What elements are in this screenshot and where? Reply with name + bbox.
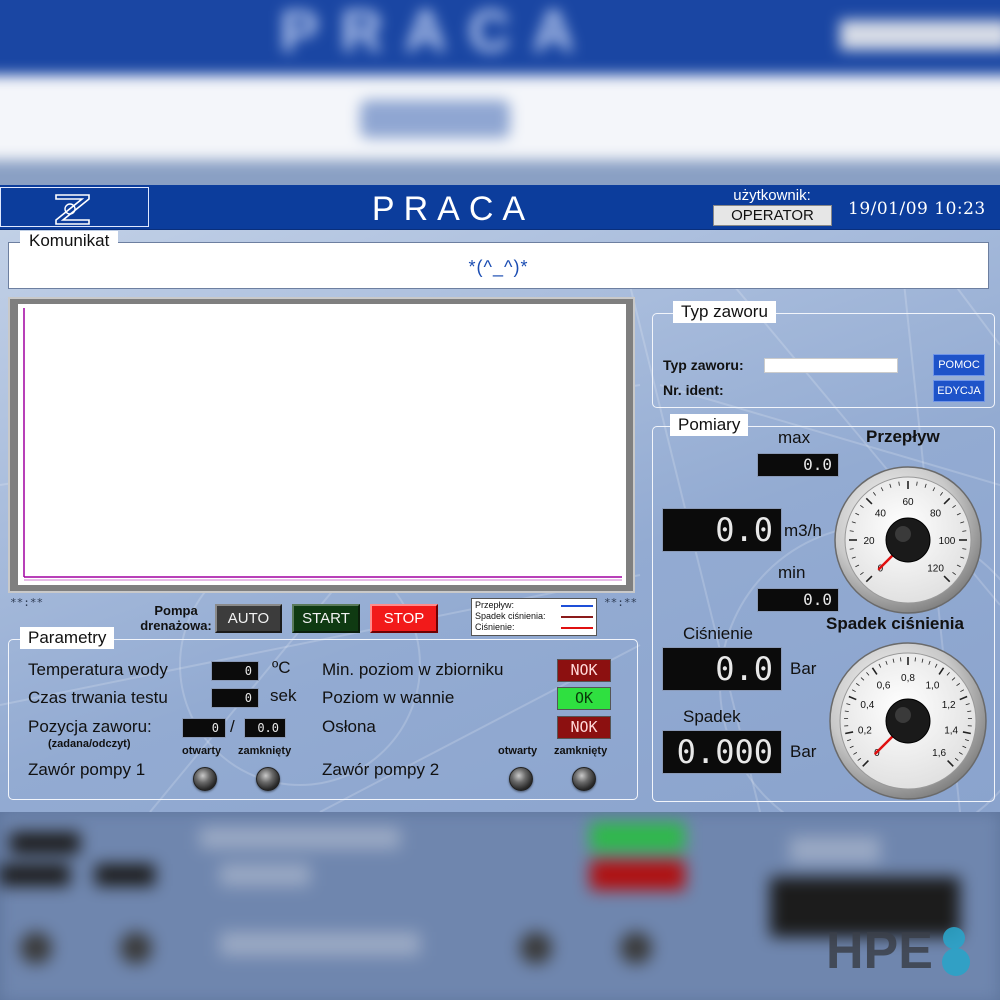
pump1-open-label: otwarty xyxy=(182,745,222,757)
test-time-label: Czas trwania testu xyxy=(28,688,168,707)
test-time-unit: sek xyxy=(270,686,297,705)
water-temp-value: 0 xyxy=(211,661,259,681)
datetime: 19/01/09 10:23 xyxy=(848,199,986,219)
water-temp-label: Temperatura wody xyxy=(28,660,168,679)
cover-label: Osłona xyxy=(322,717,376,736)
watermark-text: HPE xyxy=(826,922,933,980)
pump1-open-lamp-icon xyxy=(193,767,217,791)
pressure-unit: Bar xyxy=(790,659,817,678)
pump1-closed-lamp-icon xyxy=(256,767,280,791)
flow-max-value: 0.0 xyxy=(757,453,839,477)
trend-chart-axes xyxy=(23,308,622,581)
drop-gauge-tick-label: 0,6 xyxy=(877,680,891,691)
watermark-ampersand-icon xyxy=(942,927,970,976)
pump2-closed-label: zamknięty xyxy=(554,745,608,757)
hpe-watermark: HPE xyxy=(826,922,970,980)
drop-unit: Bar xyxy=(790,742,817,761)
help-button[interactable]: POMOC xyxy=(933,354,985,376)
valve-type-title: Typ zaworu xyxy=(673,301,776,323)
flow-gauge-tick-label: 120 xyxy=(927,564,944,575)
parametry-title: Parametry xyxy=(20,627,115,649)
pressure-drop-gauge: 00,20,40,60,81,01,21,41,6 xyxy=(829,642,987,800)
flow-gauge-tick-label: 20 xyxy=(863,536,875,547)
pump2-closed-lamp-icon xyxy=(572,767,596,791)
page-title: PRACA xyxy=(371,190,535,228)
flow-gauge-title: Przepływ xyxy=(866,427,940,446)
valve-position-label: Pozycja zaworu: xyxy=(28,717,152,736)
pump1-valve-label: Zawór pompy 1 xyxy=(28,760,146,779)
pressure-label: Ciśnienie xyxy=(683,624,753,643)
legend-pressure-line xyxy=(561,627,593,629)
flow-max-label: max xyxy=(778,428,811,447)
valve-position-sublabel: (zadana/odczyt) xyxy=(48,738,131,750)
measurements-title: Pomiary xyxy=(670,414,749,436)
pump-label: Pompa drenażowa: xyxy=(140,603,212,633)
drop-gauge-tick-label: 1,0 xyxy=(925,680,939,691)
legend-flow-label: Przepływ: xyxy=(475,600,515,610)
pump2-open-lamp-icon xyxy=(509,767,533,791)
drop-gauge-tick-label: 0,4 xyxy=(860,700,874,711)
pump2-open-label: otwarty xyxy=(498,745,538,757)
legend-drop-label: Spadek ciśnienia: xyxy=(475,611,546,621)
bath-level-status: OK xyxy=(557,687,611,710)
header-bar: PRACA użytkownik: OPERATOR 19/01/09 10:2… xyxy=(0,185,1000,230)
drop-gauge-tick-label: 1,4 xyxy=(944,726,958,737)
flow-gauge-tick-label: 80 xyxy=(930,508,942,519)
valve-position-set[interactable]: 0 xyxy=(182,718,226,738)
message-text: *(^_^)* xyxy=(468,257,529,277)
bath-level-label: Poziom w wannie xyxy=(322,688,455,707)
edit-button[interactable]: EDYCJA xyxy=(933,380,985,402)
water-temp-unit: ºC xyxy=(272,658,291,677)
valve-position-read: 0.0 xyxy=(244,718,286,738)
pump-auto-button[interactable]: AUTO xyxy=(215,604,282,633)
pump-start-button[interactable]: START xyxy=(292,604,360,633)
company-logo xyxy=(0,187,149,227)
flow-gauge-tick-label: 40 xyxy=(875,508,887,519)
user-label: użytkownik: xyxy=(733,187,811,204)
user-button[interactable]: OPERATOR xyxy=(713,205,832,226)
valve-type-label: Typ zaworu: xyxy=(663,357,744,373)
flow-gauge: 020406080100120 xyxy=(834,466,982,614)
drop-gauge-tick-label: 1,2 xyxy=(942,700,956,711)
test-time-value: 0 xyxy=(211,688,259,708)
cover-status: NOK xyxy=(557,716,611,739)
flow-gauge-hub-highlight xyxy=(895,526,911,542)
message-label: Komunikat xyxy=(20,231,119,251)
logo-z-icon xyxy=(55,194,90,225)
blurred-title: PRACA xyxy=(280,0,597,64)
pressure-value: 0.0 xyxy=(662,647,782,691)
flow-value: 0.0 xyxy=(662,508,782,552)
flow-min-value: 0.0 xyxy=(757,588,839,612)
flow-gauge-tick-label: 60 xyxy=(902,497,914,508)
blurred-background-top: PRACA xyxy=(0,0,1000,185)
min-level-status: NOK xyxy=(557,659,611,682)
drop-value: 0.000 xyxy=(662,730,782,774)
drop-gauge-hub-highlight xyxy=(895,707,911,723)
trend-chart[interactable] xyxy=(18,304,626,585)
legend-pressure-label: Ciśnienie: xyxy=(475,622,515,632)
drop-gauge-tick-label: 0,8 xyxy=(901,673,915,684)
flow-unit: m3/h xyxy=(784,521,822,540)
pump2-valve-label: Zawór pompy 2 xyxy=(322,760,440,779)
drop-gauge-tick-label: 1,6 xyxy=(932,748,946,759)
drop-gauge-tick-label: 0,2 xyxy=(858,726,872,737)
chart-legend: Przepływ: Spadek ciśnienia: Ciśnienie: xyxy=(471,598,597,636)
drop-label: Spadek xyxy=(683,707,741,726)
pump-stop-button[interactable]: STOP xyxy=(370,604,438,633)
pump1-closed-label: zamknięty xyxy=(238,745,292,757)
chart-time-start: **:** xyxy=(10,596,44,609)
flow-min-label: min xyxy=(778,563,806,582)
drop-gauge-title: Spadek ciśnienia xyxy=(826,614,964,633)
chart-time-end: **:** xyxy=(604,596,638,609)
legend-drop-line xyxy=(561,616,593,618)
valve-type-field[interactable] xyxy=(764,358,898,373)
valve-position-separator: / xyxy=(230,717,235,736)
ident-number-label: Nr. ident: xyxy=(663,382,724,398)
legend-flow-line xyxy=(561,605,593,607)
hmi-screen: PRACA użytkownik: OPERATOR 19/01/09 10:2… xyxy=(0,185,1000,812)
min-level-label: Min. poziom w zbiorniku xyxy=(322,660,504,679)
flow-gauge-tick-label: 100 xyxy=(939,536,956,547)
